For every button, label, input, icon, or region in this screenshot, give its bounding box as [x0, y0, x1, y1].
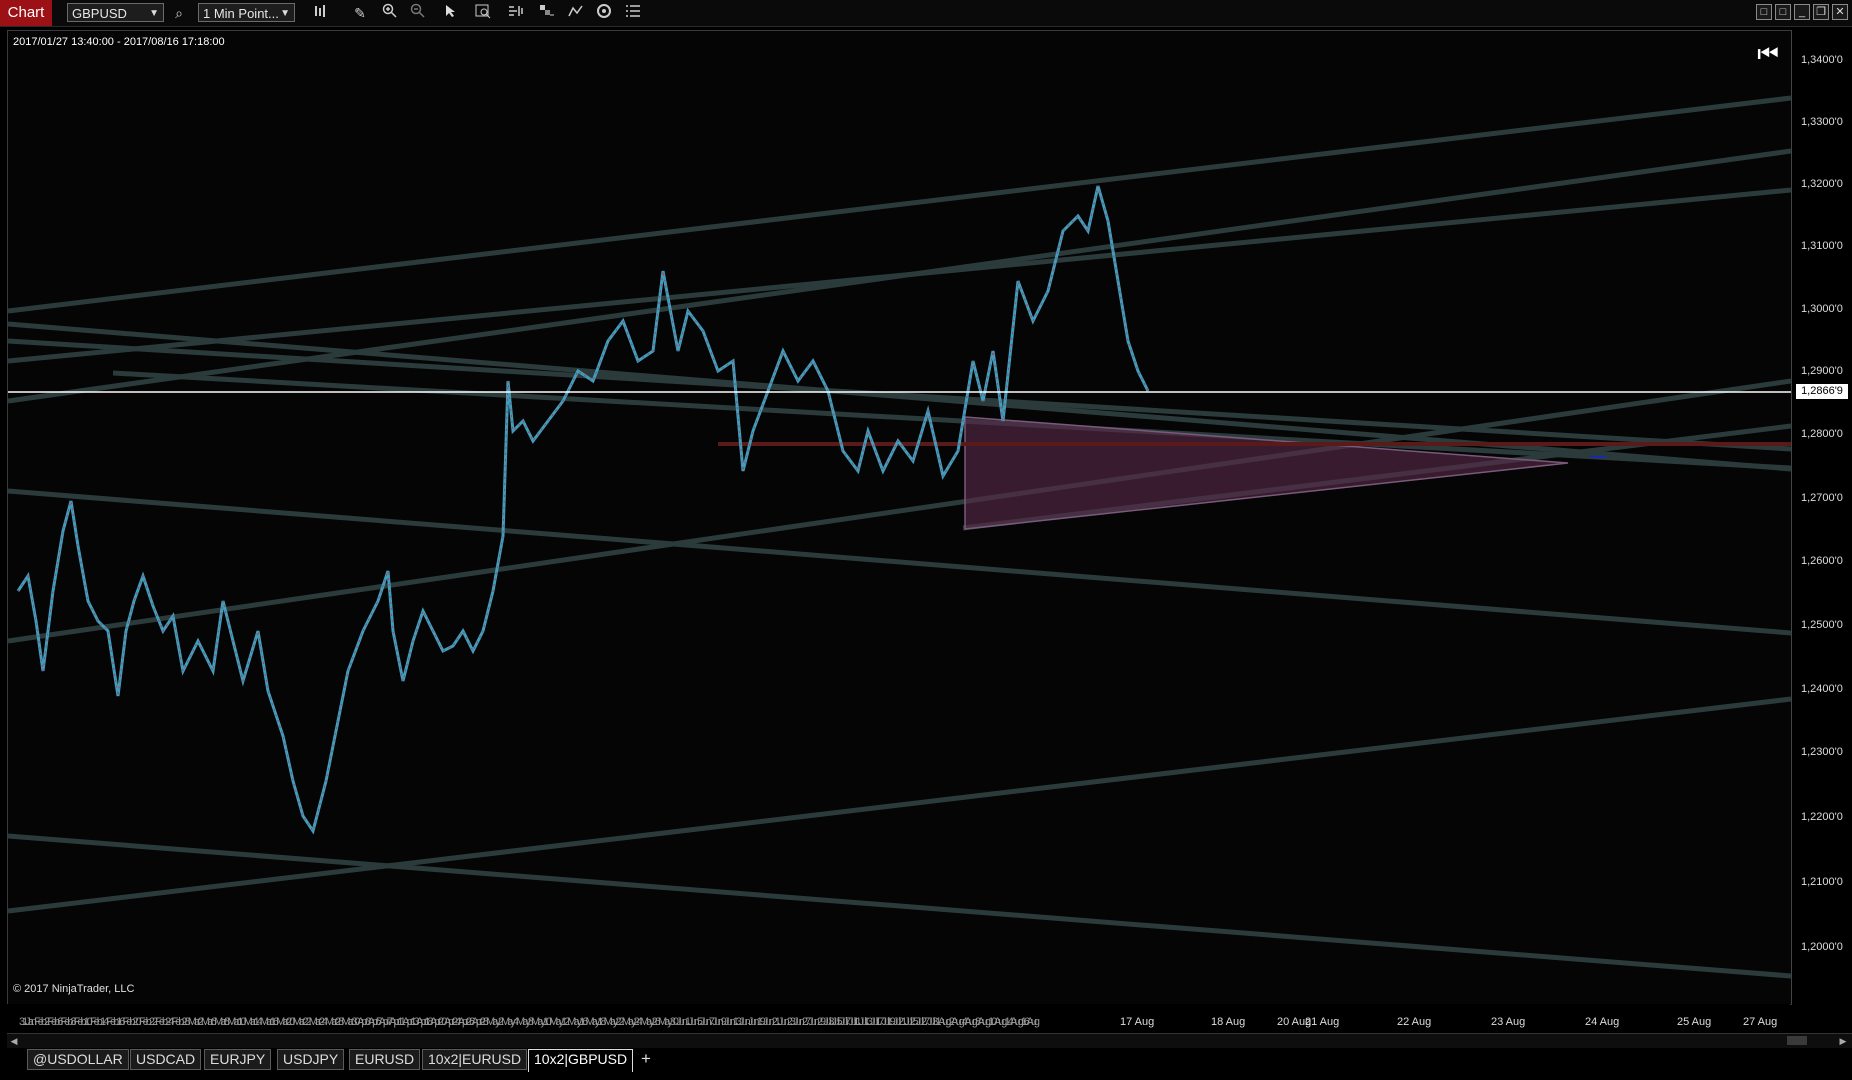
indicator-icon[interactable]	[565, 3, 587, 23]
price-tick-label: 1,2900'0	[1801, 365, 1843, 377]
price-chart[interactable]	[8, 31, 1791, 1004]
app-title: Chart	[0, 0, 52, 26]
trendlines[interactable]	[8, 95, 1791, 979]
price-tick-label: 1,2300'0	[1801, 746, 1843, 758]
timeframe-select[interactable]: 1 Min Point... ▼	[198, 3, 295, 22]
jump-to-start-icon[interactable]: ⏮	[1755, 40, 1781, 70]
tab-usdjpy[interactable]: USDJPY	[277, 1049, 345, 1070]
data-box-icon[interactable]	[472, 3, 494, 23]
zoom-in-icon[interactable]	[379, 3, 401, 23]
date-range-label: 2017/01/27 13:40:00 - 2017/08/16 17:18:0…	[13, 36, 225, 48]
timeframe-value: 1 Min Point...	[203, 6, 279, 21]
tab-eurusd[interactable]: EURUSD	[349, 1049, 421, 1070]
price-axis[interactable]	[1791, 30, 1852, 1003]
price-tick-label: 1,2800'0	[1801, 428, 1843, 440]
time-tick-label: 25 Aug	[1677, 1016, 1712, 1028]
trendline	[8, 187, 1791, 364]
scroll-right-icon[interactable]: ▶	[1836, 1034, 1850, 1048]
tile-icon[interactable]: □	[1756, 4, 1772, 20]
trendline	[8, 338, 1791, 452]
time-tick-label: 22 Aug	[1397, 1016, 1432, 1028]
chevron-down-icon: ▼	[280, 8, 290, 19]
bar-spacing-icon[interactable]	[505, 3, 527, 23]
time-tick-label: 18 Aug	[1211, 1016, 1246, 1028]
title-bar: Chart GBPUSD ▼ ⌕ 1 Min Point... ▼ ✎ □ □ …	[0, 0, 1852, 27]
price-tick-label: 1,2200'0	[1801, 811, 1843, 823]
add-tab-button[interactable]: +	[637, 1050, 655, 1069]
tab-usdollar[interactable]: @USDOLLAR	[27, 1049, 129, 1070]
price-tick-label: 1,2000'0	[1801, 941, 1843, 953]
price-tick-label: 1,2400'0	[1801, 683, 1843, 695]
tab-10x2-eurusd[interactable]: 10x2|EURUSD	[422, 1049, 528, 1070]
current-price-marker: 1,2866'9	[1796, 384, 1848, 399]
strategy-icon[interactable]	[593, 3, 615, 23]
price-tick-label: 1,2600'0	[1801, 555, 1843, 567]
chart-panel[interactable]	[7, 30, 1792, 1005]
price-tick-label: 1,2700'0	[1801, 492, 1843, 504]
bar-type-icon[interactable]	[536, 3, 558, 23]
horizontal-scrollbar[interactable]: ◀ ▶	[7, 1033, 1852, 1049]
search-icon[interactable]: ⌕	[168, 3, 190, 23]
trendline	[8, 833, 1791, 979]
time-tick-label: 27 Aug	[1743, 1016, 1778, 1028]
time-tick-label: 21 Aug	[1305, 1016, 1340, 1028]
trendline	[8, 696, 1791, 914]
list-icon[interactable]	[622, 3, 644, 23]
scroll-left-icon[interactable]: ◀	[7, 1034, 21, 1048]
tab-10x2-gbpusd[interactable]: 10x2|GBPUSD	[528, 1049, 634, 1072]
close-icon[interactable]: ✕	[1832, 4, 1848, 20]
triangle-zone[interactable]	[964, 416, 1569, 530]
price-tick-label: 1,2100'0	[1801, 876, 1843, 888]
instrument-select[interactable]: GBPUSD ▼	[67, 3, 164, 22]
zoom-out-icon[interactable]	[407, 3, 429, 23]
copyright-label: © 2017 NinjaTrader, LLC	[13, 983, 135, 995]
tab-usdcad[interactable]: USDCAD	[130, 1049, 202, 1070]
scrollbar-thumb[interactable]	[1787, 1036, 1807, 1045]
price-tick-label: 1,3200'0	[1801, 178, 1843, 190]
price-tick-label: 1,3000'0	[1801, 303, 1843, 315]
chevron-down-icon: ▼	[149, 8, 159, 19]
tile-icon[interactable]: □	[1775, 4, 1791, 20]
trendline	[112, 370, 1791, 471]
minimize-icon[interactable]: _	[1794, 4, 1810, 20]
price-tick-label: 1,3100'0	[1801, 240, 1843, 252]
time-tick-label: 24 Aug	[1585, 1016, 1620, 1028]
instrument-value: GBPUSD	[72, 6, 127, 21]
tab-eurjpy[interactable]: EURJPY	[204, 1049, 272, 1070]
time-tick-labels-crowded: 31 Jan Feb 2 Feb 6 Feb 8 Feb 10 Feb 14 F…	[19, 1016, 1040, 1028]
price-tick-label: 1,3300'0	[1801, 116, 1843, 128]
time-tick-label: 23 Aug	[1491, 1016, 1526, 1028]
pointer-icon[interactable]	[440, 3, 462, 23]
restore-icon[interactable]: ❐	[1813, 4, 1829, 20]
draw-pencil-icon[interactable]: ✎	[349, 3, 371, 23]
trendline	[8, 95, 1791, 314]
price-tick-label: 1,3400'0	[1801, 54, 1843, 66]
time-tick-label: 17 Aug	[1120, 1016, 1155, 1028]
bars-icon[interactable]	[310, 3, 332, 23]
price-tick-label: 1,2500'0	[1801, 619, 1843, 631]
